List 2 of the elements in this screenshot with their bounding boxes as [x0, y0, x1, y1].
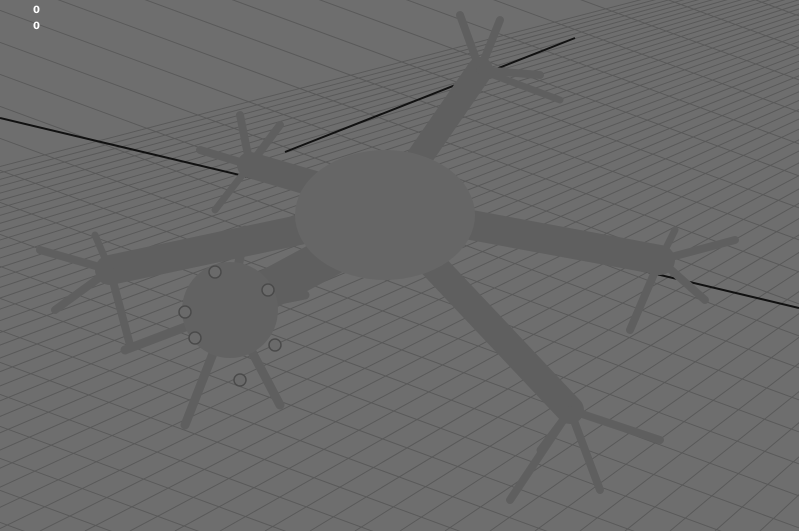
hud-readout: 0: [33, 5, 40, 17]
hud-readout: 0: [33, 21, 40, 33]
